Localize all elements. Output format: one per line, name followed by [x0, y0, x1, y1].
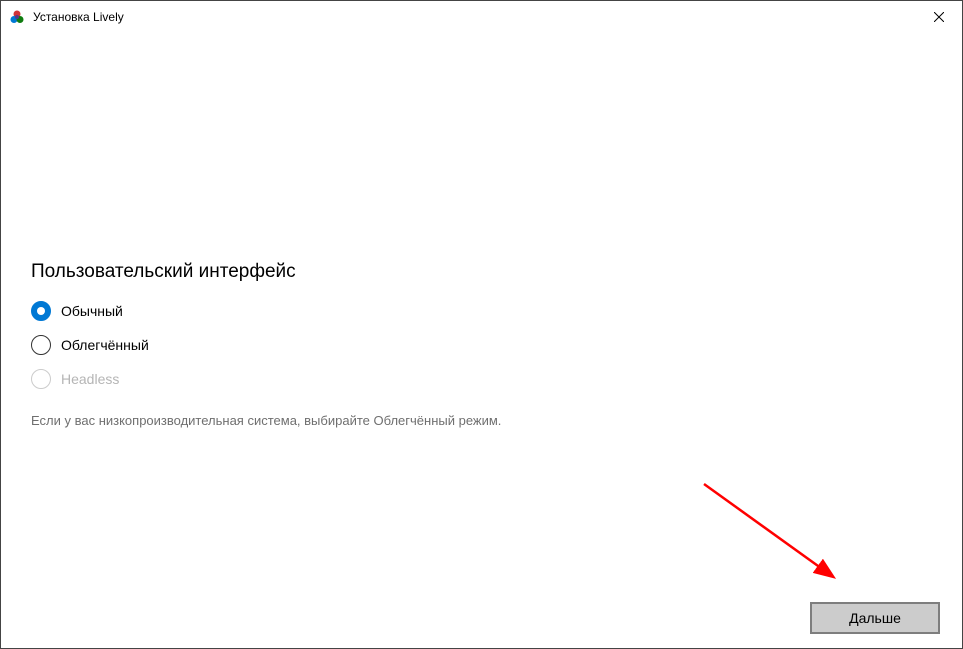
window-title: Установка Lively: [33, 10, 124, 24]
annotation-arrow: [694, 478, 854, 598]
radio-option-normal[interactable]: Обычный: [31, 301, 932, 321]
close-icon: [934, 11, 944, 24]
radio-icon: [31, 369, 51, 389]
radio-icon: [31, 301, 51, 321]
next-button[interactable]: Дальше: [810, 602, 940, 634]
close-button[interactable]: [916, 1, 962, 33]
radio-label-lite: Облегчённый: [61, 337, 149, 353]
radio-option-lite[interactable]: Облегчённый: [31, 335, 932, 355]
ui-mode-radio-group: Обычный Облегчённый Headless: [31, 301, 932, 389]
radio-icon: [31, 335, 51, 355]
radio-label-headless: Headless: [61, 371, 119, 387]
titlebar: Установка Lively: [1, 1, 962, 33]
app-icon: [9, 9, 25, 25]
hint-text: Если у вас низкопроизводительная система…: [31, 413, 932, 428]
next-button-label: Дальше: [849, 610, 901, 626]
content-area: Пользовательский интерфейс Обычный Облег…: [1, 33, 962, 428]
titlebar-left: Установка Lively: [9, 9, 124, 25]
radio-option-headless: Headless: [31, 369, 932, 389]
radio-label-normal: Обычный: [61, 303, 123, 319]
section-heading: Пользовательский интерфейс: [31, 261, 932, 283]
